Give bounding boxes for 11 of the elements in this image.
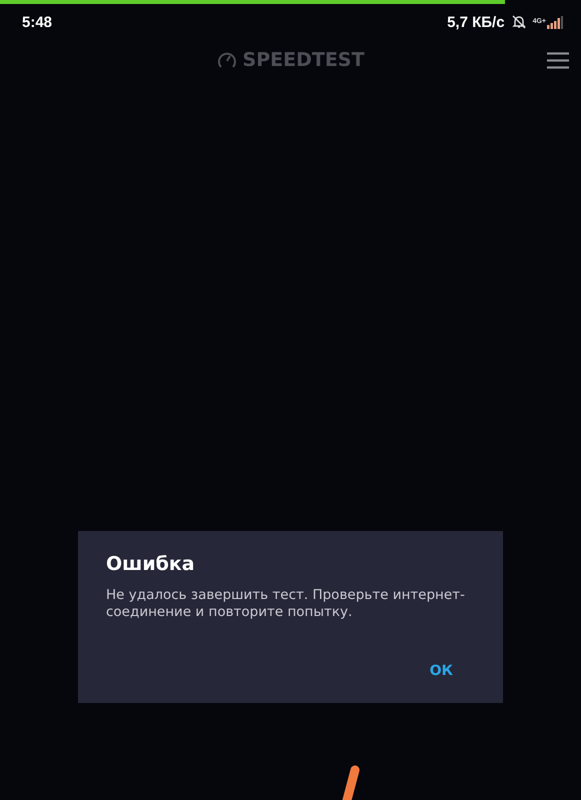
network-speed: 5,7 КБ/с [447,14,505,30]
bell-off-icon [510,14,527,30]
gauge-icon [216,51,237,69]
signal-icon [547,16,563,28]
clock: 5:48 [22,14,52,30]
error-message: Не удалось завершить тест. Проверьте интернет-соединение и повторите попытку. [106,587,466,621]
menu-icon [547,52,569,69]
ok-button[interactable]: ОК [408,659,475,683]
app-logo: SPEEDTEST [242,49,364,71]
dialog-title: Ошибка [106,553,196,575]
menu-button[interactable] [545,50,571,71]
